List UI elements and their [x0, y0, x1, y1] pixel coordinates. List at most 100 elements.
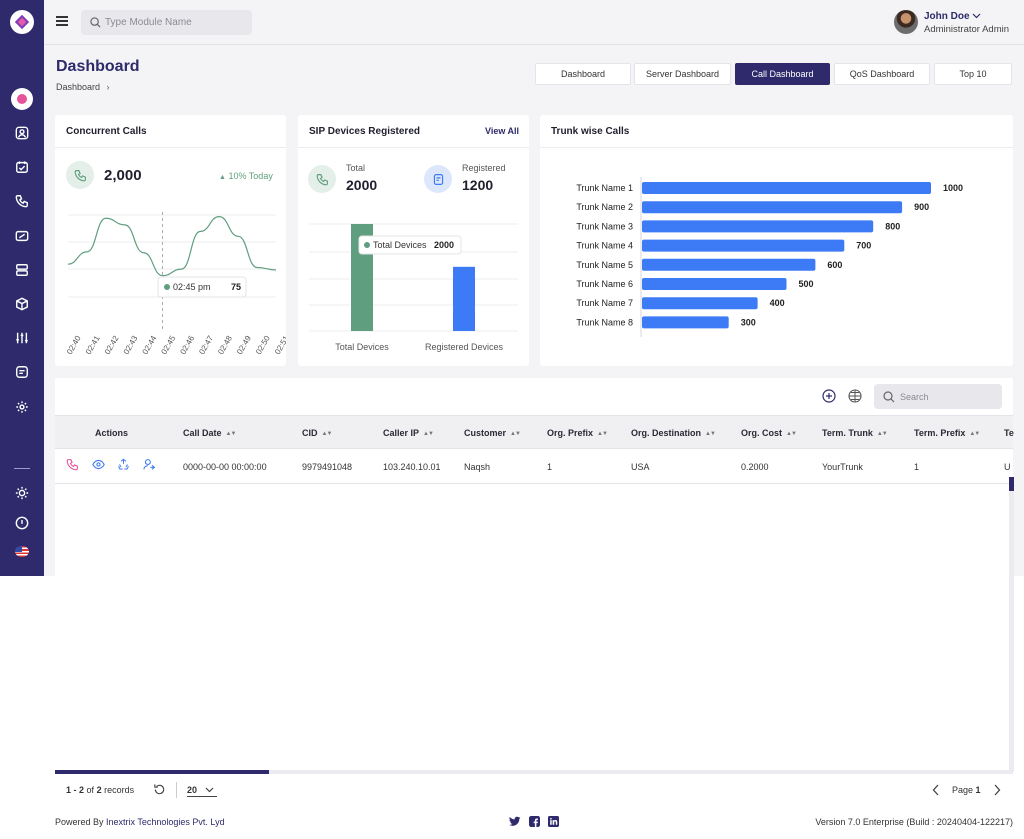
sidebar-item-reports[interactable] — [12, 362, 32, 382]
tab-top-10[interactable]: Top 10 — [934, 63, 1012, 85]
recycle-icon[interactable] — [117, 458, 130, 471]
info-button[interactable] — [12, 513, 32, 533]
sidebar-item-users[interactable] — [12, 123, 32, 143]
us-flag-icon[interactable] — [15, 546, 29, 557]
box-icon — [16, 297, 28, 311]
table-row[interactable]: 0000-00-00 00:00:00 9979491048 103.240.1… — [55, 449, 1013, 484]
col-label: CID — [302, 428, 318, 438]
user-name-wrap: John Doe — [924, 11, 981, 22]
x-tick-label: 02:47 — [197, 334, 215, 356]
tab-qos-dashboard[interactable]: QoS Dashboard — [834, 63, 930, 85]
table-search-input[interactable] — [900, 384, 996, 409]
breadcrumb-item[interactable]: Dashboard — [56, 82, 100, 92]
x-tick-label: 02:46 — [178, 334, 196, 356]
server-icon — [16, 264, 28, 276]
add-circle-icon[interactable] — [822, 389, 836, 403]
sidebar-item-settings-sliders[interactable] — [12, 328, 32, 348]
col-term-prefix[interactable]: Term. Prefix ▲▼ — [914, 428, 980, 438]
data-label: 500 — [799, 279, 814, 289]
col-caller-ip[interactable]: Caller IP ▲▼ — [383, 428, 434, 438]
tab-call-dashboard[interactable]: Call Dashboard — [735, 63, 830, 85]
trunk-bar — [642, 220, 874, 233]
col-truncated[interactable]: Te — [1004, 428, 1014, 438]
trunk-bar — [642, 182, 931, 194]
trunk-calls-card: Trunk wise Calls Trunk Name 1 1000 Trunk N… — [540, 115, 1013, 366]
user-menu[interactable]: John Doe Administrator Admin — [894, 10, 1024, 38]
sort-icon: ▲▼ — [225, 431, 237, 437]
module-search — [81, 10, 252, 35]
y-tick-label: Trunk Name 7 — [576, 298, 633, 308]
hamburger-menu-icon[interactable] — [56, 16, 68, 26]
col-org-destination[interactable]: Org. Destination ▲▼ — [631, 428, 716, 438]
theme-toggle[interactable] — [12, 483, 32, 503]
divider — [55, 147, 286, 148]
sidebar-item-server[interactable] — [12, 260, 32, 280]
horizontal-scroll-thumb[interactable] — [55, 770, 269, 774]
phone-icon — [15, 195, 28, 208]
x-tick-label: 02:45 — [159, 334, 177, 356]
user-role: Administrator Admin — [924, 24, 1010, 35]
trunk-bar-chart: Trunk Name 1 1000 Trunk Name 2 900 Trunk Nam… — [576, 177, 963, 337]
company-link[interactable]: Inextrix Technologies Pvt. Lyd — [106, 817, 225, 827]
columns-grid-icon[interactable] — [848, 389, 862, 403]
view-all-link[interactable]: View All — [485, 126, 519, 136]
sort-icon: ▲▼ — [510, 431, 521, 437]
view-eye-icon[interactable] — [92, 458, 105, 471]
col-customer[interactable]: Customer ▲▼ — [464, 428, 521, 438]
data-label: 800 — [885, 221, 900, 231]
x-tick-label: 02:44 — [141, 334, 159, 356]
x-tick-label: 02:48 — [216, 334, 234, 356]
sip-devices-card: SIP Devices Registered View All Total 20… — [298, 115, 529, 366]
module-search-input[interactable] — [105, 10, 245, 35]
sidebar-item-products[interactable] — [12, 294, 32, 314]
tooltip-value: 2000 — [434, 240, 454, 250]
phone-icon — [308, 165, 336, 193]
tab-server-dashboard[interactable]: Server Dashboard — [634, 63, 731, 85]
app-logo[interactable] — [10, 10, 34, 34]
sidebar-item-billing[interactable] — [12, 226, 32, 246]
tooltip-value: 75 — [231, 282, 241, 292]
chevron-left-icon[interactable] — [932, 784, 940, 796]
chevron-right-icon[interactable] — [993, 784, 1001, 796]
col-org-prefix[interactable]: Org. Prefix ▲▼ — [547, 428, 608, 438]
data-label: 400 — [770, 298, 785, 308]
device-icon — [424, 165, 452, 193]
sidebar-item-calls[interactable] — [12, 191, 32, 211]
col-cid[interactable]: CID ▲▼ — [302, 428, 332, 438]
x-tick-label: 02:43 — [122, 334, 140, 356]
line-tooltip: 02:45 pm 75 — [157, 276, 247, 298]
record-range: 1 - 2 — [66, 785, 85, 795]
tab-dashboard[interactable]: Dashboard — [535, 63, 631, 85]
sidebar-item-dashboard[interactable] — [11, 88, 33, 110]
series-line — [67, 216, 277, 277]
of-label: of — [86, 785, 95, 795]
call-icon[interactable] — [66, 458, 79, 471]
sidebar-item-calendar[interactable] — [12, 157, 32, 177]
col-label: Call Date — [183, 428, 222, 438]
dashboard-icon — [17, 94, 27, 104]
card-title: Trunk wise Calls — [551, 126, 630, 137]
refresh-icon[interactable] — [153, 783, 166, 796]
user-transfer-icon[interactable] — [143, 458, 156, 471]
linkedin-icon[interactable] — [548, 816, 559, 827]
page-size-select[interactable]: 20 — [187, 785, 217, 797]
col-term-trunk[interactable]: Term. Trunk ▲▼ — [822, 428, 888, 438]
tooltip-dot — [364, 242, 370, 248]
facebook-icon[interactable] — [529, 816, 540, 827]
x-tick-label: 02:51 — [273, 334, 286, 356]
sidebar-item-config[interactable] — [12, 397, 32, 417]
top-bar: John Doe Administrator Admin — [44, 0, 1024, 45]
calendar-icon — [16, 161, 28, 173]
cell-call-date: 0000-00-00 00:00:00 — [183, 462, 267, 472]
divider — [298, 147, 529, 148]
col-call-date[interactable]: Call Date ▲▼ — [183, 428, 237, 438]
vertical-scroll-thumb[interactable] — [1009, 477, 1014, 491]
col-org-cost[interactable]: Org. Cost ▲▼ — [741, 428, 797, 438]
tooltip-time: 02:45 pm — [173, 282, 211, 292]
bar-tooltip: Total Devices 2000 — [358, 235, 462, 255]
table-search — [874, 384, 1002, 409]
twitter-icon[interactable] — [509, 816, 521, 827]
vertical-scrollbar[interactable] — [1009, 477, 1014, 772]
phone-icon — [66, 161, 94, 189]
y-tick-label: Trunk Name 4 — [576, 241, 633, 251]
